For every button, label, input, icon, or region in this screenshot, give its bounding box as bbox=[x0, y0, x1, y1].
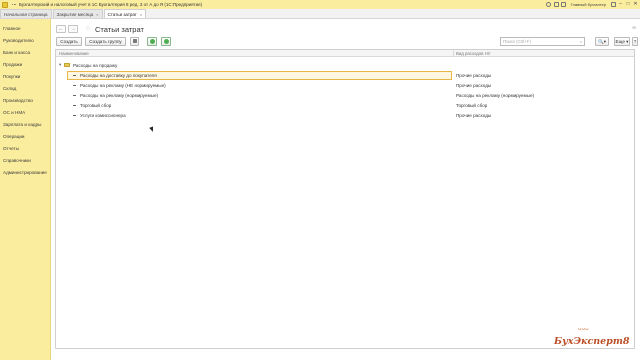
table-header: Наименование Вид расходов НУ bbox=[56, 50, 634, 57]
favorites-icon[interactable] bbox=[561, 1, 567, 7]
tab-month-closing[interactable]: Закрытие месяца × bbox=[52, 9, 103, 18]
column-divider[interactable] bbox=[453, 50, 454, 57]
item-icon bbox=[73, 105, 76, 106]
crown-icon: ᴗᴗᴗ bbox=[578, 326, 589, 332]
table-row[interactable]: Услуги комиссионера Прочие расходы bbox=[56, 110, 634, 120]
sections-sidebar: Главное Руководителю Банк и касса Продаж… bbox=[0, 19, 51, 360]
notification-icon[interactable] bbox=[546, 1, 552, 7]
tab-label: Начальная страница bbox=[4, 11, 48, 17]
cost-items-form: ← → ☆ Статьи затрат ∞ Создать Создать гр… bbox=[51, 19, 640, 360]
sidebar-item-catalogs[interactable]: Справочники bbox=[3, 158, 31, 163]
main-menu-icon[interactable] bbox=[11, 2, 17, 8]
table-row[interactable]: Расходы на доставку до покупателя Прочие… bbox=[56, 70, 634, 80]
save-button[interactable] bbox=[130, 37, 139, 46]
row-expense-type: Прочие расходы bbox=[456, 113, 492, 118]
tab-label: Закрытие месяца bbox=[56, 11, 94, 17]
table-row[interactable]: Расходы на рекламу (нормируемые) Расходы… bbox=[56, 90, 634, 100]
row-name: Торговый сбор bbox=[80, 103, 112, 108]
column-header-name[interactable]: Наименование bbox=[59, 51, 89, 56]
folder-icon bbox=[64, 63, 70, 67]
more-button[interactable]: Еще ▾ bbox=[614, 37, 630, 46]
maximize-button[interactable]: □ bbox=[626, 1, 631, 7]
sidebar-item-salary[interactable]: Зарплата и кадры bbox=[3, 122, 41, 127]
current-user[interactable]: Главный бухгалтер bbox=[571, 2, 606, 7]
link-icon[interactable]: ∞ bbox=[632, 25, 636, 31]
favorite-star-icon[interactable]: ☆ bbox=[85, 24, 91, 32]
sidebar-item-reports[interactable]: Отчеты bbox=[3, 146, 19, 151]
table-row[interactable]: Торговый сбор Торговый сбор bbox=[56, 100, 634, 110]
forward-button[interactable]: → bbox=[68, 25, 78, 33]
sidebar-item-main[interactable]: Главное bbox=[3, 26, 21, 31]
row-name: Расходы на рекламу (НЕ нормируемые) bbox=[80, 83, 166, 88]
sidebar-item-warehouse[interactable]: Склад bbox=[3, 86, 16, 91]
search-button[interactable]: 🔍▾ bbox=[595, 37, 609, 46]
row-expense-type: Торговый сбор bbox=[456, 103, 488, 108]
close-window-button[interactable]: ✕ bbox=[633, 1, 638, 7]
settings-icon[interactable] bbox=[610, 1, 616, 7]
history-icon[interactable] bbox=[553, 1, 559, 7]
move-up-button[interactable] bbox=[147, 37, 157, 46]
row-expense-type: Расходы на рекламу (нормируемые) bbox=[456, 93, 535, 98]
back-button[interactable]: ← bbox=[56, 25, 66, 33]
floppy-icon bbox=[132, 39, 137, 44]
row-expense-type: Прочие расходы bbox=[456, 83, 492, 88]
green-arrow-icon bbox=[149, 38, 155, 44]
cost-items-table: Наименование Вид расходов НУ ▾ Расходы н… bbox=[55, 49, 635, 349]
titlebar-controls: Главный бухгалтер – □ ✕ bbox=[546, 1, 638, 7]
sidebar-item-fixed-assets[interactable]: ОС и НМА bbox=[3, 110, 25, 115]
tab-label: Статьи затрат bbox=[107, 11, 137, 17]
green-arrow-icon bbox=[163, 38, 169, 44]
sidebar-item-sales[interactable]: Продажи bbox=[3, 62, 22, 67]
move-down-button[interactable] bbox=[161, 37, 171, 46]
sidebar-item-production[interactable]: Производство bbox=[3, 98, 33, 103]
window-title: Бухгалтерский и налоговый учет в 1С Бухг… bbox=[19, 2, 203, 7]
buhexpert-watermark: ᴗᴗᴗ БухЭксперт8 bbox=[554, 324, 640, 360]
tab-cost-items[interactable]: Статьи затрат × bbox=[103, 9, 147, 18]
sidebar-item-administration[interactable]: Администрирование bbox=[3, 170, 47, 175]
table-row[interactable]: Расходы на рекламу (НЕ нормируемые) Проч… bbox=[56, 80, 634, 90]
help-button[interactable]: ? bbox=[632, 37, 638, 46]
item-icon bbox=[73, 95, 76, 96]
item-icon bbox=[73, 115, 76, 116]
row-name: Расходы на доставку до покупателя bbox=[80, 73, 157, 78]
open-tabs-bar: Начальная страница Закрытие месяца × Ста… bbox=[0, 9, 640, 19]
item-icon bbox=[73, 75, 76, 76]
minimize-button[interactable]: – bbox=[618, 1, 623, 7]
sidebar-item-bank[interactable]: Банк и касса bbox=[3, 50, 30, 55]
create-group-button[interactable]: Создать группу bbox=[85, 37, 126, 46]
app-logo-icon bbox=[2, 1, 8, 8]
group-name: Расходы на продажу bbox=[73, 63, 118, 68]
page-title: Статьи затрат bbox=[95, 25, 144, 34]
table-group-row[interactable]: ▾ Расходы на продажу bbox=[56, 60, 634, 70]
close-tab-icon[interactable]: × bbox=[96, 12, 98, 17]
watermark-brand: БухЭксперт8 bbox=[554, 336, 630, 347]
search-clear-icon[interactable]: × bbox=[580, 38, 582, 46]
sidebar-item-manager[interactable]: Руководителю bbox=[3, 38, 34, 43]
collapse-icon[interactable]: ▾ bbox=[59, 62, 61, 68]
app-titlebar: Бухгалтерский и налоговый учет в 1С Бухг… bbox=[0, 0, 640, 9]
item-icon bbox=[73, 85, 76, 86]
close-tab-icon[interactable]: × bbox=[140, 12, 142, 17]
sidebar-item-purchases[interactable]: Покупки bbox=[3, 74, 20, 79]
search-input[interactable]: Поиск (Ctrl+F) × bbox=[500, 37, 585, 46]
row-name: Услуги комиссионера bbox=[80, 113, 126, 118]
sidebar-item-operations[interactable]: Операции bbox=[3, 134, 25, 139]
create-button[interactable]: Создать bbox=[56, 37, 82, 46]
search-placeholder: Поиск (Ctrl+F) bbox=[503, 39, 531, 44]
tab-home[interactable]: Начальная страница bbox=[0, 9, 52, 18]
row-expense-type: Прочие расходы bbox=[456, 73, 492, 78]
row-name: Расходы на рекламу (нормируемые) bbox=[80, 93, 159, 98]
column-header-expense-type[interactable]: Вид расходов НУ bbox=[456, 51, 491, 56]
